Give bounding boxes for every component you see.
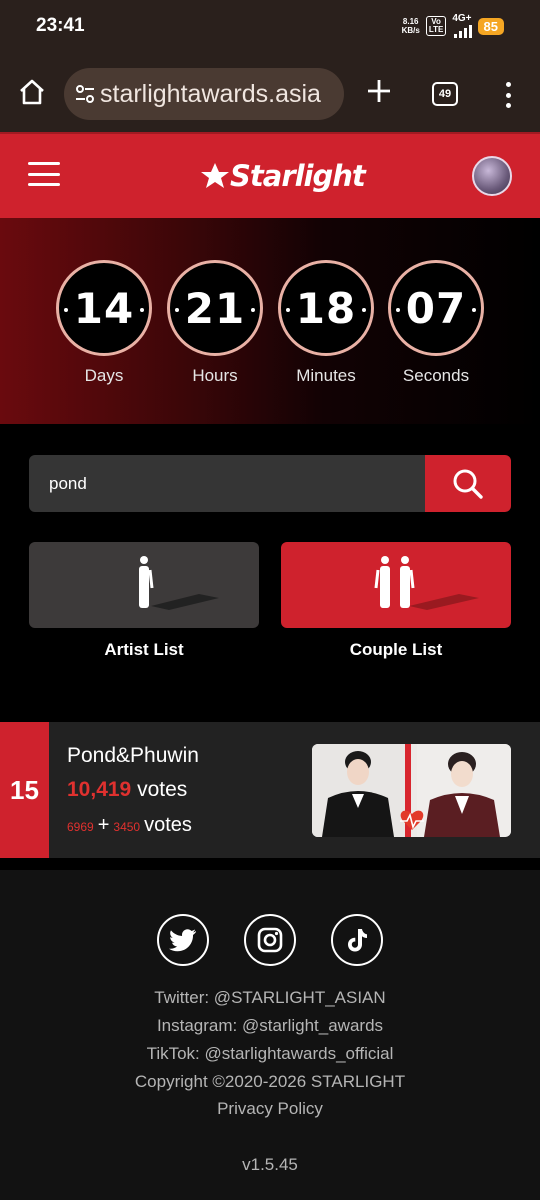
address-bar[interactable]: starlightawards.asia xyxy=(64,68,344,120)
battery-icon: 85 xyxy=(477,17,504,35)
network-type: 4G+ xyxy=(452,13,472,24)
site-settings-icon[interactable] xyxy=(74,83,96,105)
volte-bottom: LTE xyxy=(428,25,444,34)
footer-copyright: Copyright ©2020-2026 STARLIGHT xyxy=(134,1072,406,1091)
couple-list-label[interactable]: Couple List xyxy=(281,640,511,660)
countdown-minutes: 18 Minutes xyxy=(278,260,374,386)
status-bar: 23:41 8.16 KB/s Vo LTE 4G+ 85 xyxy=(0,0,540,52)
votes-word-2: votes xyxy=(144,814,192,836)
star-logo-icon xyxy=(201,163,229,188)
instagram-icon[interactable] xyxy=(244,914,296,966)
search-button[interactable] xyxy=(425,455,511,512)
countdown-label: Days xyxy=(84,366,124,385)
site-footer: Twitter: @STARLIGHT_ASIAN Instagram: @st… xyxy=(0,870,540,1200)
result-card[interactable]: 15 Pond&Phuwin 10,419 votes 6969 + 3450 … xyxy=(0,722,540,858)
countdown-value: 18 xyxy=(295,283,357,333)
tab-switcher-button[interactable]: 49 xyxy=(432,82,458,106)
single-person-icon xyxy=(139,556,219,610)
new-tab-icon[interactable] xyxy=(364,76,394,106)
couple-photo-image xyxy=(312,744,511,837)
artist-list-button[interactable] xyxy=(29,542,259,628)
total-votes: 10,419 votes xyxy=(67,778,187,802)
url-text[interactable]: starlightawards.asia xyxy=(100,80,321,109)
volte-icon: Vo LTE xyxy=(425,16,447,36)
countdown-ring: 21 xyxy=(167,260,263,356)
countdown-label: Hours xyxy=(192,366,238,385)
privacy-policy-link[interactable]: Privacy Policy xyxy=(0,1099,540,1119)
vote-part-b: 3450 xyxy=(113,820,141,834)
couple-name: Pond&Phuwin xyxy=(67,744,199,767)
couple-list-button[interactable] xyxy=(281,542,511,628)
search-input[interactable] xyxy=(29,455,425,512)
vote-breakdown: 6969 + 3450 votes xyxy=(67,814,192,837)
signal-bars-icon xyxy=(453,24,472,38)
browser-toolbar: starlightawards.asia 49 xyxy=(0,52,540,132)
twitter-bird-icon xyxy=(169,929,196,952)
countdown-hours: 21 Hours xyxy=(167,260,263,386)
countdown-ring: 07 xyxy=(388,260,484,356)
starlight-logo[interactable]: Starlight xyxy=(200,156,366,196)
countdown-label: Minutes xyxy=(296,366,356,385)
home-icon[interactable] xyxy=(18,78,46,106)
countdown-ring: 14 xyxy=(56,260,152,356)
footer-tiktok-text[interactable]: TikTok: @starlightawards_official xyxy=(0,1044,540,1064)
vote-part-a: 6969 xyxy=(67,820,94,834)
signal-icon: 4G+ xyxy=(452,13,472,38)
vote-plus: + xyxy=(97,814,110,836)
net-speed-unit: KB/s xyxy=(401,26,420,35)
net-speed-value: 8.16 xyxy=(402,17,419,26)
twitter-icon[interactable] xyxy=(157,914,209,966)
app-version: v1.5.45 xyxy=(242,1155,298,1174)
status-indicators: 8.16 KB/s Vo LTE 4G+ 85 xyxy=(402,14,504,38)
countdown-days: 14 Days xyxy=(56,260,152,386)
footer-instagram-text[interactable]: Instagram: @starlight_awards xyxy=(0,1016,540,1036)
countdown-seconds: 07 Seconds xyxy=(388,260,484,386)
site-header: Starlight xyxy=(0,132,540,218)
search-bar xyxy=(29,455,511,512)
search-icon xyxy=(453,469,483,499)
instagram-logo-icon xyxy=(257,927,283,953)
browser-menu-icon[interactable] xyxy=(500,80,516,110)
hamburger-menu-icon[interactable] xyxy=(28,162,60,186)
couple-icon xyxy=(374,556,479,610)
countdown-value: 14 xyxy=(73,283,135,333)
tiktok-logo-icon xyxy=(348,929,367,952)
countdown-label: Seconds xyxy=(402,366,470,385)
net-speed: 8.16 KB/s xyxy=(402,17,420,35)
tiktok-icon[interactable] xyxy=(331,914,383,966)
total-votes-number: 10,419 xyxy=(67,778,132,801)
countdown-ring: 18 xyxy=(278,260,374,356)
countdown-value: 07 xyxy=(405,283,467,333)
artist-list-label[interactable]: Artist List xyxy=(29,640,259,660)
rank-badge: 15 xyxy=(0,722,49,858)
countdown-value: 21 xyxy=(184,283,246,333)
logo-text: Starlight xyxy=(230,159,366,193)
countdown-banner: 14 Days 21 Hours 18 Minutes 07 Seconds xyxy=(0,218,540,424)
couple-photo xyxy=(312,744,511,837)
votes-word: votes xyxy=(137,778,188,801)
user-avatar[interactable] xyxy=(472,156,512,196)
footer-twitter-text[interactable]: Twitter: @STARLIGHT_ASIAN xyxy=(0,988,540,1008)
status-time: 23:41 xyxy=(36,15,85,36)
